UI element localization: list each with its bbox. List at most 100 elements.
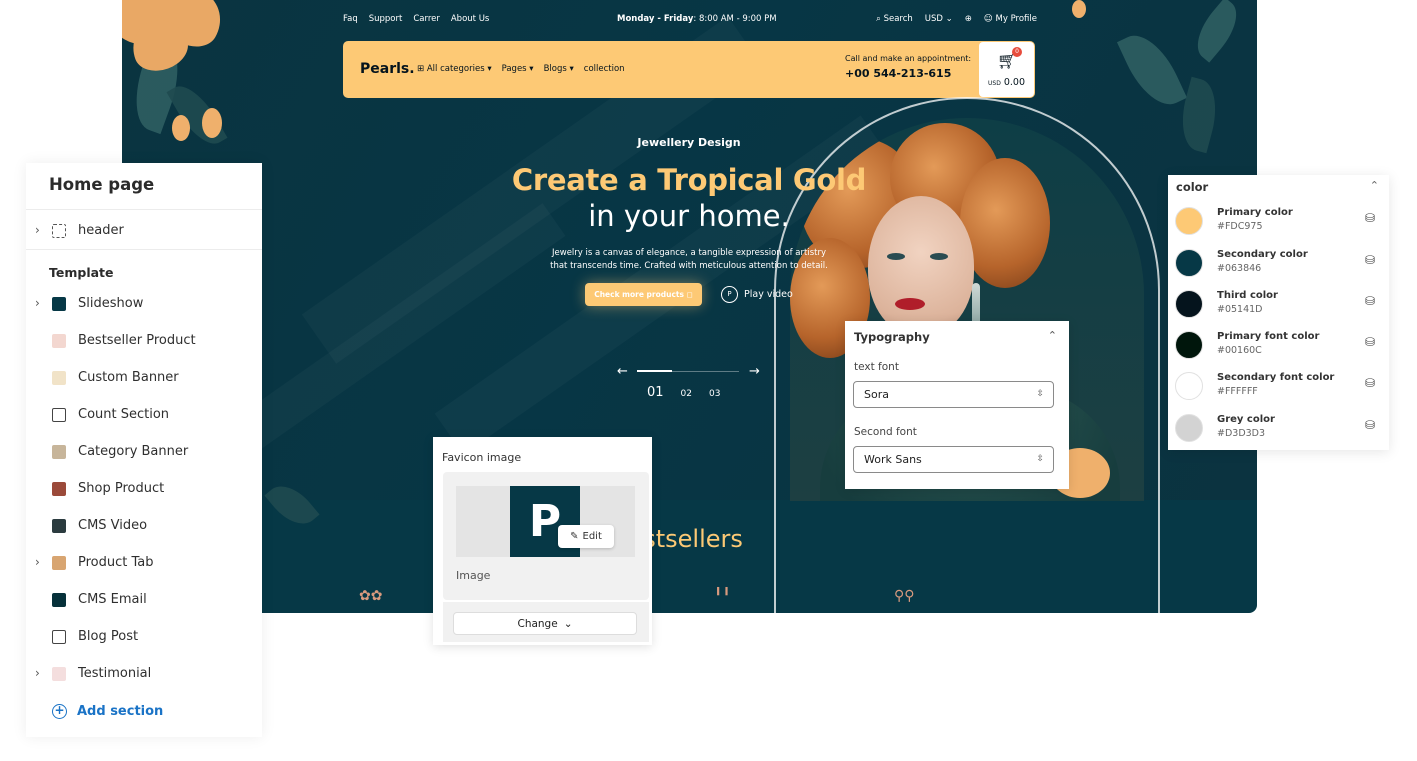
panel-title: Home page xyxy=(49,175,155,194)
slide-pager: ← → 01 02 03 xyxy=(617,364,762,404)
bestseller-thumb-icon xyxy=(52,334,66,348)
play-video-button[interactable]: P Play video xyxy=(721,286,793,303)
search-icon: ⌕ xyxy=(876,14,881,24)
chevron-up-icon[interactable]: ⌃ xyxy=(1048,329,1057,342)
cms-video-thumb-icon xyxy=(52,519,66,533)
sidebar-item-product-tab[interactable]: › Product Tab xyxy=(26,553,262,575)
hero-title-line2: in your home. xyxy=(588,199,790,233)
sidebar-item-custom-banner[interactable]: Custom Banner xyxy=(26,368,262,390)
color-swatch[interactable] xyxy=(1175,372,1203,400)
globe-icon[interactable]: ⊕ xyxy=(965,14,972,24)
chevron-down-icon: ⌄ xyxy=(945,14,953,24)
product-thumb-hoops[interactable]: ╹╹ xyxy=(714,588,731,604)
database-icon[interactable]: ⛁ xyxy=(1365,253,1375,267)
career-link[interactable]: Carrer xyxy=(413,14,440,24)
currency-select[interactable]: USD ⌄ xyxy=(925,14,953,24)
text-font-select[interactable]: Sora ⇳ xyxy=(853,381,1054,408)
chevron-right-icon[interactable]: › xyxy=(35,223,40,237)
sidebar-item-slideshow[interactable]: › Slideshow xyxy=(26,294,262,316)
favicon-setting-card: Favicon image P ✎ Edit Image Change ⌄ xyxy=(433,437,652,645)
chevron-right-icon[interactable]: › xyxy=(35,296,40,310)
color-row-secondary-font[interactable]: Secondary font color #FFFFFF ⛁ xyxy=(1168,369,1389,401)
color-swatch[interactable] xyxy=(1175,290,1203,318)
menu-all-categories[interactable]: ⊞ All categories ▾ xyxy=(417,64,492,74)
color-row-third[interactable]: Third color #05141D ⛁ xyxy=(1168,287,1389,319)
cms-email-thumb-icon xyxy=(52,593,66,607)
add-section-button[interactable]: + Add section xyxy=(52,704,163,719)
select-updown-icon: ⇳ xyxy=(1036,389,1044,399)
cart-button[interactable]: 🛒︎ 0 USD 0.00 xyxy=(979,42,1034,97)
sidebar-item-cms-video[interactable]: CMS Video xyxy=(26,516,262,538)
slide-dot-2[interactable]: 02 xyxy=(681,389,692,399)
play-icon: P xyxy=(721,286,738,303)
product-thumb-earrings[interactable]: ✿✿ xyxy=(359,588,382,604)
color-swatch[interactable] xyxy=(1175,249,1203,277)
pencil-icon: ✎ xyxy=(570,531,579,542)
user-icon: ☺ xyxy=(983,14,993,24)
menu-collection[interactable]: collection xyxy=(584,64,625,74)
store-preview: Faq Support Carrer About Us Monday - Fri… xyxy=(122,0,1257,613)
main-menu: ⊞ All categories ▾ Pages ▾ Blogs ▾ colle… xyxy=(417,64,625,74)
main-header-bar: Pearls. ⊞ All categories ▾ Pages ▾ Blogs… xyxy=(343,41,1035,98)
call-info: Call and make an appointment: +00 544-21… xyxy=(845,54,972,80)
typography-title: Typography xyxy=(854,330,930,344)
database-icon[interactable]: ⛁ xyxy=(1365,418,1375,432)
slideshow-thumb-icon xyxy=(52,297,66,311)
favicon-edit-button[interactable]: ✎ Edit xyxy=(558,525,614,548)
opening-hours: Monday - Friday: 8:00 AM - 9:00 PM xyxy=(617,14,777,24)
count-section-icon xyxy=(52,408,66,422)
blog-post-icon xyxy=(52,630,66,644)
product-thumb-drops[interactable]: ⚲⚲ xyxy=(894,588,915,604)
cart-total: USD 0.00 xyxy=(988,77,1026,88)
check-products-button[interactable]: Check more products ◻ xyxy=(585,283,702,306)
slide-dot-1[interactable]: 01 xyxy=(647,385,664,400)
sidebar-item-header[interactable]: › header xyxy=(26,221,262,243)
color-swatch[interactable] xyxy=(1175,414,1203,442)
database-icon[interactable]: ⛁ xyxy=(1365,335,1375,349)
database-icon[interactable]: ⛁ xyxy=(1365,376,1375,390)
color-row-primary[interactable]: Primary color #FDC975 ⛁ xyxy=(1168,204,1389,236)
menu-blogs[interactable]: Blogs ▾ xyxy=(544,64,574,74)
color-title: color xyxy=(1176,180,1209,194)
chevron-right-icon[interactable]: › xyxy=(35,555,40,569)
color-swatch[interactable] xyxy=(1175,331,1203,359)
favicon-change-button[interactable]: Change ⌄ xyxy=(453,612,637,635)
hero-title-line1: Create a Tropical Gold xyxy=(511,163,867,197)
database-icon[interactable]: ⛁ xyxy=(1365,211,1375,225)
slide-dot-3[interactable]: 03 xyxy=(709,389,720,399)
favicon-title: Favicon image xyxy=(442,451,522,464)
sidebar-item-count-section[interactable]: Count Section xyxy=(26,405,262,427)
profile-link[interactable]: ☺ My Profile xyxy=(984,14,1037,24)
color-row-primary-font[interactable]: Primary font color #00160C ⛁ xyxy=(1168,328,1389,360)
second-font-select[interactable]: Work Sans ⇳ xyxy=(853,446,1054,473)
faq-link[interactable]: Faq xyxy=(343,14,358,24)
sidebar-item-category-banner[interactable]: Category Banner xyxy=(26,442,262,464)
favicon-preview-box: P ✎ Edit Image xyxy=(443,472,649,600)
chevron-down-icon: ⌄ xyxy=(563,617,573,630)
header-layout-icon xyxy=(52,224,66,238)
text-font-label: text font xyxy=(854,361,899,373)
arrow-left-icon[interactable]: ← xyxy=(617,364,628,379)
cart-count-badge: 0 xyxy=(1012,47,1022,57)
color-row-secondary[interactable]: Secondary color #063846 ⛁ xyxy=(1168,246,1389,278)
sidebar-item-shop-product[interactable]: Shop Product xyxy=(26,479,262,501)
chevron-up-icon[interactable]: ⌃ xyxy=(1370,179,1379,192)
sidebar-item-testimonial[interactable]: › Testimonial xyxy=(26,664,262,686)
about-link[interactable]: About Us xyxy=(451,14,489,24)
custom-banner-thumb-icon xyxy=(52,371,66,385)
sidebar-item-bestseller-product[interactable]: Bestseller Product xyxy=(26,331,262,353)
hero-eyebrow: Jewellery Design xyxy=(637,136,741,149)
sidebar-item-cms-email[interactable]: CMS Email xyxy=(26,590,262,612)
menu-pages[interactable]: Pages ▾ xyxy=(502,64,534,74)
database-icon[interactable]: ⛁ xyxy=(1365,294,1375,308)
template-section-title: Template xyxy=(49,265,114,280)
color-row-grey[interactable]: Grey color #D3D3D3 ⛁ xyxy=(1168,411,1389,443)
plus-circle-icon: + xyxy=(52,704,67,719)
brand-logo[interactable]: Pearls. xyxy=(360,61,415,77)
support-link[interactable]: Support xyxy=(369,14,403,24)
chevron-right-icon[interactable]: › xyxy=(35,666,40,680)
sidebar-item-blog-post[interactable]: Blog Post xyxy=(26,627,262,649)
color-swatch[interactable] xyxy=(1175,207,1203,235)
search-link[interactable]: ⌕ Search xyxy=(876,14,913,24)
arrow-right-icon[interactable]: → xyxy=(749,364,760,379)
